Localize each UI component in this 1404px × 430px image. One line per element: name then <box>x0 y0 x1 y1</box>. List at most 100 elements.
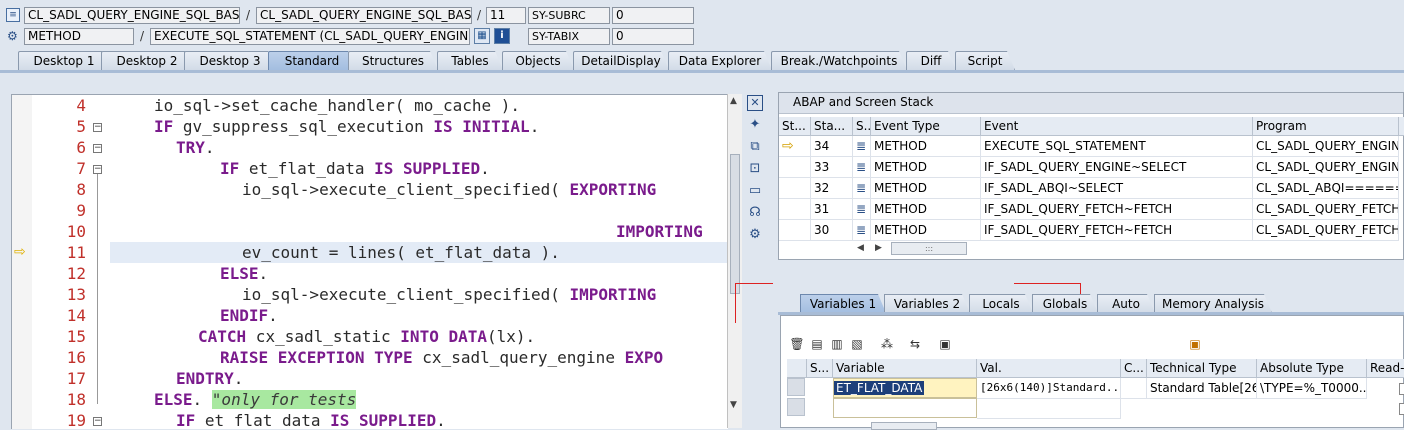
stack-level[interactable]: 32 <box>811 178 853 199</box>
event[interactable]: IF_SADL_QUERY_FETCH~FETCH <box>981 199 1253 220</box>
display-icon[interactable]: ▣ <box>937 336 953 352</box>
line-number-field[interactable]: 11 <box>486 7 526 24</box>
row-selector[interactable] <box>787 398 805 416</box>
variable-change[interactable] <box>1121 378 1147 399</box>
resize-icon[interactable]: ▭ <box>747 183 763 199</box>
tab-auto[interactable]: Auto <box>1097 294 1155 313</box>
row-selector[interactable] <box>787 378 805 396</box>
sysvar-name-field[interactable]: SY-SUBRC <box>528 7 610 24</box>
tab-globals[interactable]: Globals <box>1032 294 1098 313</box>
column-header[interactable]: Read-O <box>1367 359 1404 378</box>
column-header[interactable]: C... <box>1121 359 1147 378</box>
column-header[interactable]: Program <box>1253 117 1399 136</box>
absolute-type[interactable]: \TYPE=%_T0000... <box>1257 378 1367 399</box>
breakpoint-gutter[interactable] <box>12 95 32 429</box>
sysvar-value-field[interactable]: 0 <box>612 7 694 24</box>
tab-breakpoints[interactable]: Break./Watchpoints <box>771 51 907 70</box>
scroll-thumb[interactable] <box>730 154 740 294</box>
variable-name-input[interactable]: ET_FLAT_DATA <box>833 378 977 398</box>
scroll-right-icon[interactable]: ▶ <box>875 243 882 253</box>
variable-value[interactable] <box>977 398 1121 419</box>
tab-standard[interactable]: Standard <box>268 51 356 70</box>
event[interactable]: IF_SADL_QUERY_ENGINE~SELECT <box>981 157 1253 178</box>
stack-level[interactable]: 30 <box>811 220 853 241</box>
tab-diff[interactable]: Diff <box>906 51 956 70</box>
tab-memory-analysis[interactable]: Memory Analysis <box>1154 294 1272 313</box>
info-icon[interactable]: i <box>494 28 510 44</box>
delete-row-icon[interactable]: ▧ <box>849 336 865 352</box>
column-header[interactable]: Event Type <box>871 117 981 136</box>
scroll-down-icon[interactable]: ▼ <box>730 400 737 410</box>
stack-level[interactable]: 31 <box>811 199 853 220</box>
insert-row-icon[interactable]: ▤ <box>809 336 825 352</box>
variable-value[interactable]: [26x6(140)]Standard... <box>977 378 1121 399</box>
tab-desktop-3[interactable]: Desktop 3 <box>184 51 276 70</box>
column-header[interactable]: Absolute Type <box>1257 359 1367 378</box>
tab-objects[interactable]: Objects <box>502 51 574 70</box>
tab-script[interactable]: Script <box>955 51 1015 70</box>
tab-structures[interactable]: Structures <box>348 51 438 70</box>
scroll-left-icon[interactable]: ◀ <box>857 243 864 253</box>
tab-detaildisplay[interactable]: DetailDisplay <box>573 51 669 70</box>
fold-toggle-icon[interactable]: − <box>93 165 102 174</box>
read-only-checkbox[interactable] <box>1399 383 1404 395</box>
tab-variables-2[interactable]: Variables 2 <box>884 294 970 313</box>
event[interactable]: IF_SADL_QUERY_FETCH~FETCH <box>981 220 1253 241</box>
delete-icon[interactable]: 🗑 <box>789 336 805 352</box>
stack-level[interactable]: 33 <box>811 157 853 178</box>
sysvar2-name-field[interactable]: SY-TABIX <box>528 28 610 45</box>
column-header[interactable]: Sta... <box>811 117 853 136</box>
stack-level[interactable]: 34 <box>811 136 853 157</box>
column-header[interactable]: Val. <box>977 359 1121 378</box>
include-name-field[interactable]: CL_SADL_QUERY_ENGINE_SQL_BASE... <box>256 7 472 24</box>
program[interactable]: CL_SADL_ABQI======... <box>1253 178 1399 199</box>
scroll-up-icon[interactable]: ▲ <box>730 96 737 106</box>
settings-icon[interactable]: ⚙ <box>747 227 763 243</box>
new-tool-icon[interactable]: ✦ <box>747 117 763 133</box>
event-type[interactable]: METHOD <box>871 178 981 199</box>
save-icon[interactable]: ▣ <box>1187 336 1203 352</box>
horizontal-scroll-thumb[interactable]: ::: <box>891 242 967 255</box>
services-icon[interactable]: ☊ <box>747 205 763 221</box>
column-header[interactable]: S... <box>853 117 871 136</box>
fold-toggle-icon[interactable]: − <box>93 123 102 132</box>
hierarchy-icon[interactable]: ⁂ <box>879 336 895 352</box>
append-row-icon[interactable]: ▥ <box>829 336 845 352</box>
maximize-icon[interactable]: ⊡ <box>747 161 763 177</box>
program[interactable]: CL_SADL_QUERY_FETCH... <box>1253 199 1399 220</box>
event-type[interactable]: METHOD <box>871 136 981 157</box>
procedure-name-field[interactable]: EXECUTE_SQL_STATEMENT (CL_SADL_QUERY_ENG… <box>150 28 470 45</box>
fold-toggle-icon[interactable]: − <box>93 417 102 426</box>
column-header[interactable]: Technical Type <box>1147 359 1257 378</box>
program[interactable]: CL_SADL_QUERY_ENGIN... <box>1253 157 1399 178</box>
display-source-icon[interactable]: ▦ <box>474 28 490 44</box>
tab-locals[interactable]: Locals <box>969 294 1033 313</box>
program[interactable]: CL_SADL_QUERY_ENGIN... <box>1253 136 1399 157</box>
technical-type[interactable]: Standard Table[26... <box>1147 378 1257 399</box>
tab-desktop-2[interactable]: Desktop 2 <box>101 51 193 70</box>
column-header[interactable]: S... <box>807 359 833 378</box>
event-type[interactable]: METHOD <box>871 220 981 241</box>
tab-data-explorer[interactable]: Data Explorer <box>668 51 772 70</box>
fold-toggle-icon[interactable]: − <box>93 144 102 153</box>
tab-variables-1[interactable]: Variables 1 <box>800 294 886 313</box>
event-type[interactable]: METHOD <box>871 199 981 220</box>
event-type[interactable]: METHOD <box>871 157 981 178</box>
column-header[interactable]: St... <box>779 117 811 136</box>
close-icon[interactable]: ✕ <box>747 95 763 111</box>
horizontal-scroll-thumb[interactable] <box>871 422 937 430</box>
tab-desktop-1[interactable]: Desktop 1 <box>18 51 110 70</box>
swap-tool-icon[interactable]: ⧉ <box>747 139 763 155</box>
read-only-checkbox[interactable] <box>1399 403 1404 415</box>
column-header[interactable]: Variable <box>833 359 977 378</box>
class-name-field[interactable]: CL_SADL_QUERY_ENGINE_SQL_BASE... <box>24 7 240 24</box>
navigate-icon[interactable]: ⇆ <box>907 336 923 352</box>
event[interactable]: EXECUTE_SQL_STATEMENT <box>981 136 1253 157</box>
variable-name-input[interactable] <box>833 398 977 418</box>
tab-tables[interactable]: Tables <box>437 51 503 70</box>
column-header[interactable]: Event <box>981 117 1253 136</box>
event[interactable]: IF_SADL_ABQI~SELECT <box>981 178 1253 199</box>
procedure-type-field[interactable]: METHOD <box>24 28 134 45</box>
source-editor[interactable]: ⇨ 4 5 6 7 8 9 10 11 12 13 14 15 16 17 18… <box>11 94 728 429</box>
sysvar2-value-field[interactable]: 0 <box>612 28 694 45</box>
